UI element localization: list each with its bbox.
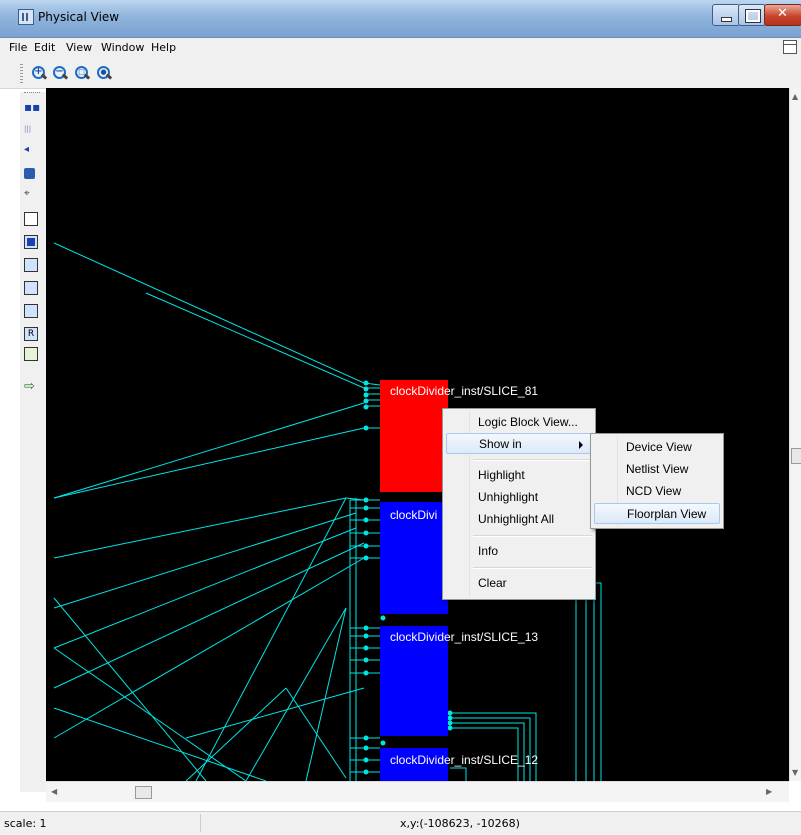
globe-icon[interactable] xyxy=(24,168,35,179)
close-button[interactable] xyxy=(764,4,801,26)
menu-item-ncd-view[interactable]: NCD View xyxy=(594,481,720,502)
menu-item-show-in[interactable]: Show in xyxy=(446,433,592,454)
menu-view[interactable]: View xyxy=(66,41,92,54)
menu-item-unhighlight-all[interactable]: Unhighlight All xyxy=(446,509,592,530)
zoom-fit-icon[interactable]: □ xyxy=(74,65,91,81)
submenu-arrow-icon xyxy=(579,441,583,449)
slice-12-label: clockDivider_inst/SLICE_12 xyxy=(390,753,538,767)
zoom-selected-icon[interactable]: ● xyxy=(96,65,113,81)
layout-icon[interactable] xyxy=(783,40,797,54)
status-divider xyxy=(200,814,201,832)
app-icon xyxy=(18,9,34,25)
menu-separator xyxy=(473,535,592,537)
zoom-out-icon[interactable]: − xyxy=(52,65,69,81)
menu-separator xyxy=(473,567,592,569)
status-bar: scale: 1 x,y:(-108623, -10268) xyxy=(0,811,801,835)
scroll-up-icon[interactable]: ▲ xyxy=(792,92,798,101)
toolbar-grip[interactable] xyxy=(20,64,23,84)
show-in-submenu: Device View Netlist View NCD View Floorp… xyxy=(590,433,724,529)
side-toolbar: ▪▪ ||| ◂ ⌖ R ⇨ xyxy=(20,92,46,792)
maximize-button[interactable] xyxy=(738,4,766,26)
context-menu: Logic Block View... Show in Highlight Un… xyxy=(442,408,596,600)
minimize-button[interactable] xyxy=(712,4,740,26)
slice-14-label: clockDivi xyxy=(390,508,437,522)
physical-view-window: Physical View File Edit View Window Help… xyxy=(0,0,801,835)
scroll-down-icon[interactable]: ▼ xyxy=(792,768,798,777)
coordinate-readout: x,y:(-108623, -10268) xyxy=(400,817,520,830)
dots-icon[interactable]: ▪▪ xyxy=(24,101,40,116)
menu-item-floorplan-view[interactable]: Floorplan View xyxy=(594,503,720,524)
nets-icon[interactable] xyxy=(24,258,38,272)
side-grip[interactable] xyxy=(24,92,40,96)
menu-item-unhighlight[interactable]: Unhighlight xyxy=(446,487,592,508)
horizontal-scrollbar[interactable]: ◀ ▶ xyxy=(46,781,789,802)
slice-outline-icon[interactable] xyxy=(24,212,38,226)
menu-item-logic-block-view[interactable]: Logic Block View... xyxy=(446,412,592,433)
window-title: Physical View xyxy=(38,10,120,24)
r-icon[interactable]: R xyxy=(24,327,38,341)
zoom-in-icon[interactable]: + xyxy=(31,65,48,81)
scroll-left-icon[interactable]: ◀ xyxy=(51,787,57,796)
menu-item-netlist-view[interactable]: Netlist View xyxy=(594,459,720,480)
menu-item-highlight[interactable]: Highlight xyxy=(446,465,592,486)
title-bar[interactable]: Physical View xyxy=(0,0,801,38)
menu-edit[interactable]: Edit xyxy=(34,41,55,54)
export-icon[interactable]: ⇨ xyxy=(24,379,38,394)
pin-arrow-icon[interactable]: ◂ xyxy=(24,144,38,158)
slice-13-label: clockDivider_inst/SLICE_13 xyxy=(390,630,538,644)
horizontal-scroll-thumb[interactable] xyxy=(135,786,152,799)
grid-icon[interactable]: ||| xyxy=(24,125,38,139)
toolbar: + − □ ● xyxy=(0,58,801,89)
slice-81-label: clockDivider_inst/SLICE_81 xyxy=(390,384,538,398)
vertical-scroll-thumb[interactable] xyxy=(791,448,801,464)
menu-item-device-view[interactable]: Device View xyxy=(594,437,720,458)
crosshair-icon[interactable]: ⌖ xyxy=(24,188,38,202)
routes-icon[interactable] xyxy=(24,281,38,295)
vertical-scrollbar[interactable]: ▲ ▼ xyxy=(789,88,801,781)
menu-help[interactable]: Help xyxy=(151,41,176,54)
menu-window[interactable]: Window xyxy=(101,41,144,54)
menu-item-info[interactable]: Info xyxy=(446,541,592,562)
menu-item-show-in-label: Show in xyxy=(479,437,522,451)
menu-bar: File Edit View Window Help xyxy=(0,38,801,58)
scale-readout: scale: 1 xyxy=(4,817,47,830)
scroll-right-icon[interactable]: ▶ xyxy=(766,787,772,796)
menu-file[interactable]: File xyxy=(9,41,27,54)
u-icon[interactable] xyxy=(24,347,38,361)
menu-item-clear[interactable]: Clear xyxy=(446,573,592,594)
slice-fill-icon[interactable] xyxy=(24,235,38,249)
connections-icon[interactable] xyxy=(24,304,38,318)
menu-separator xyxy=(473,459,592,461)
